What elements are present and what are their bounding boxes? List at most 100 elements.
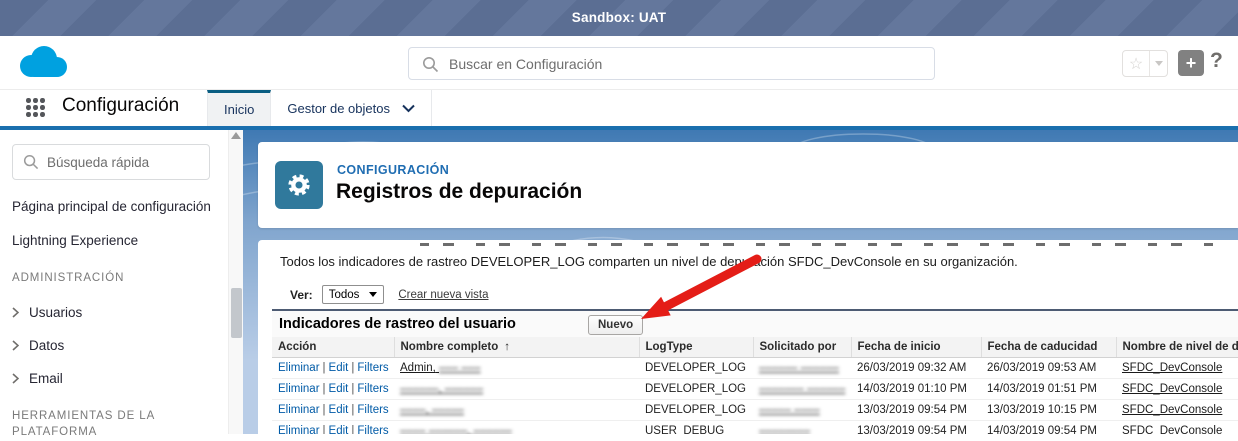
user-name-link[interactable]: ––––––, –––––– <box>400 383 483 395</box>
trace-flag-list: Indicadores de rastreo del usuario Nuevo… <box>272 309 1238 434</box>
requested-by-link[interactable]: ––––– –––– <box>759 404 820 416</box>
chevron-right-icon <box>12 340 19 351</box>
action-separator: | <box>351 425 355 434</box>
sidebar-item-email[interactable]: Email <box>12 371 216 386</box>
action-separator: | <box>322 404 326 416</box>
table-row: Eliminar | Edit | Filters –––– ––––––, –––––… <box>272 420 1238 434</box>
view-label: Ver: <box>290 287 313 302</box>
sidebar-item-usuarios[interactable]: Usuarios <box>12 305 216 320</box>
global-search-input[interactable] <box>409 48 934 79</box>
start-date-cell: 13/03/2019 09:54 PM <box>851 399 981 421</box>
quick-find-input[interactable] <box>13 145 209 179</box>
redacted-name: ––– ––– <box>439 362 481 374</box>
table-header-row: Acción Nombre completo ↑ LogType Solicita… <box>272 337 1238 358</box>
user-name-link[interactable]: ––––, ––––– <box>400 404 464 416</box>
edit-link[interactable]: Edit <box>329 425 349 434</box>
edit-link[interactable]: Edit <box>329 383 349 395</box>
debug-level-link[interactable]: SFDC_DevConsole <box>1122 425 1222 434</box>
eliminar-link[interactable]: Eliminar <box>278 383 320 395</box>
expiry-date-cell: 14/03/2019 09:54 PM <box>981 420 1116 434</box>
filters-link[interactable]: Filters <box>357 383 388 395</box>
breadcrumb: CONFIGURACIÓN <box>337 163 450 177</box>
debug-level-link[interactable]: SFDC_DevConsole <box>1122 383 1222 395</box>
scrollbar-thumb[interactable] <box>231 288 242 338</box>
sidebar-item-label: Email <box>29 370 63 386</box>
column-header-nombre-completo[interactable]: Nombre completo ↑ <box>393 337 639 358</box>
redacted-name: ––––––, –––––– <box>400 383 484 395</box>
eliminar-link[interactable]: Eliminar <box>278 404 320 416</box>
sidebar-item-lightning-experience[interactable]: Lightning Experience <box>12 233 216 248</box>
column-header-solicitado-por[interactable]: Solicitado por <box>752 337 851 358</box>
requested-by-link[interactable]: –––––––– <box>759 425 810 434</box>
logtype-cell: DEVELOPER_LOG <box>639 357 753 379</box>
filters-link[interactable]: Filters <box>357 425 388 434</box>
app-launcher-icon[interactable] <box>26 98 45 117</box>
expiry-date-cell: 26/03/2019 09:53 AM <box>981 357 1116 379</box>
tab-inicio[interactable]: Inicio <box>207 90 272 126</box>
table-row: Eliminar | Edit | Filters ––––, ––––– DEVELO… <box>272 399 1238 421</box>
eliminar-link[interactable]: Eliminar <box>278 362 320 374</box>
vertical-scrollbar[interactable] <box>228 130 243 434</box>
filters-link[interactable]: Filters <box>357 404 388 416</box>
chevron-right-icon <box>12 307 19 318</box>
column-header-logtype[interactable]: LogType <box>638 337 753 358</box>
action-separator: | <box>322 362 326 374</box>
sidebar-item-setup-home[interactable]: Página principal de configuración <box>12 199 216 214</box>
start-date-cell: 14/03/2019 01:10 PM <box>851 378 981 400</box>
quick-create-button[interactable]: + <box>1178 50 1204 76</box>
page-header-card: CONFIGURACIÓN Registros de depuración <box>258 142 1238 228</box>
favorites-control: ☆ <box>1122 50 1168 77</box>
chevron-right-icon <box>12 373 19 384</box>
global-search <box>408 47 935 80</box>
debug-level-link[interactable]: SFDC_DevConsole <box>1122 362 1222 374</box>
tab-gestor-de-objetos[interactable]: Gestor de objetos <box>271 90 432 126</box>
view-selector-row: Ver: Todos Crear nueva vista <box>290 285 1238 304</box>
search-icon <box>23 154 39 175</box>
list-header-bar: Indicadores de rastreo del usuario Nuevo <box>272 309 1238 337</box>
column-header-fecha-inicio[interactable]: Fecha de inicio <box>850 337 981 358</box>
search-icon <box>422 56 439 78</box>
favorite-star-icon[interactable]: ☆ <box>1123 51 1150 76</box>
column-label: Nombre completo <box>400 341 499 353</box>
nav-tabs: Inicio Gestor de objetos <box>207 90 432 126</box>
tab-label: Inicio <box>224 102 255 117</box>
column-header-fecha-caducidad[interactable]: Fecha de caducidad <box>980 337 1116 358</box>
sidebar-item-label: Usuarios <box>29 304 83 320</box>
redacted-name: –––– ––––––, –––––– <box>400 425 512 434</box>
logtype-cell: DEVELOPER_LOG <box>639 378 753 400</box>
quick-find <box>12 144 210 180</box>
requested-by-link[interactable]: ––––––– –––––– <box>759 383 845 395</box>
edit-link[interactable]: Edit <box>329 404 349 416</box>
select-caret-icon <box>369 292 378 297</box>
user-name-link[interactable]: Admin, ––– ––– <box>400 362 481 374</box>
app-title: Configuración <box>62 95 180 116</box>
column-header-accion: Acción <box>272 337 394 358</box>
redacted-name: ––––, ––––– <box>400 404 464 416</box>
content-panel: Todos los indicadores de rastreo DEVELOP… <box>258 240 1238 434</box>
column-header-nivel-depuracion[interactable]: Nombre de nivel de de <box>1115 337 1238 358</box>
debug-level-link[interactable]: SFDC_DevConsole <box>1122 404 1222 416</box>
sort-asc-icon: ↑ <box>504 341 511 353</box>
view-select[interactable]: Todos <box>321 285 385 304</box>
edit-link[interactable]: Edit <box>329 362 349 374</box>
list-title: Indicadores de rastreo del usuario <box>279 316 516 332</box>
expiry-date-cell: 14/03/2019 01:51 PM <box>981 378 1116 400</box>
new-button[interactable]: Nuevo <box>588 315 644 335</box>
create-new-view-link[interactable]: Crear nueva vista <box>398 289 488 301</box>
page-description: Todos los indicadores de rastreo DEVELOP… <box>280 254 1018 269</box>
help-icon[interactable]: ? <box>1210 49 1223 73</box>
sandbox-banner: Sandbox: UAT <box>0 0 1238 36</box>
requested-by-link[interactable]: –––––– –––––– <box>759 362 839 374</box>
table-row: Eliminar | Edit | Filters Admin, ––– ––– DEV… <box>272 357 1238 379</box>
expiry-date-cell: 13/03/2019 10:15 PM <box>981 399 1116 421</box>
clipped-text-line <box>420 243 1223 246</box>
start-date-cell: 26/03/2019 09:32 AM <box>851 357 981 379</box>
scroll-up-icon[interactable] <box>231 132 241 139</box>
favorites-dropdown-icon[interactable] <box>1150 51 1167 76</box>
user-name-link[interactable]: –––– ––––––, –––––– <box>400 425 512 434</box>
sidebar-item-datos[interactable]: Datos <box>12 338 216 353</box>
eliminar-link[interactable]: Eliminar <box>278 425 320 434</box>
tab-label: Gestor de objetos <box>287 100 390 116</box>
filters-link[interactable]: Filters <box>357 362 388 374</box>
view-select-value: Todos <box>328 288 360 301</box>
